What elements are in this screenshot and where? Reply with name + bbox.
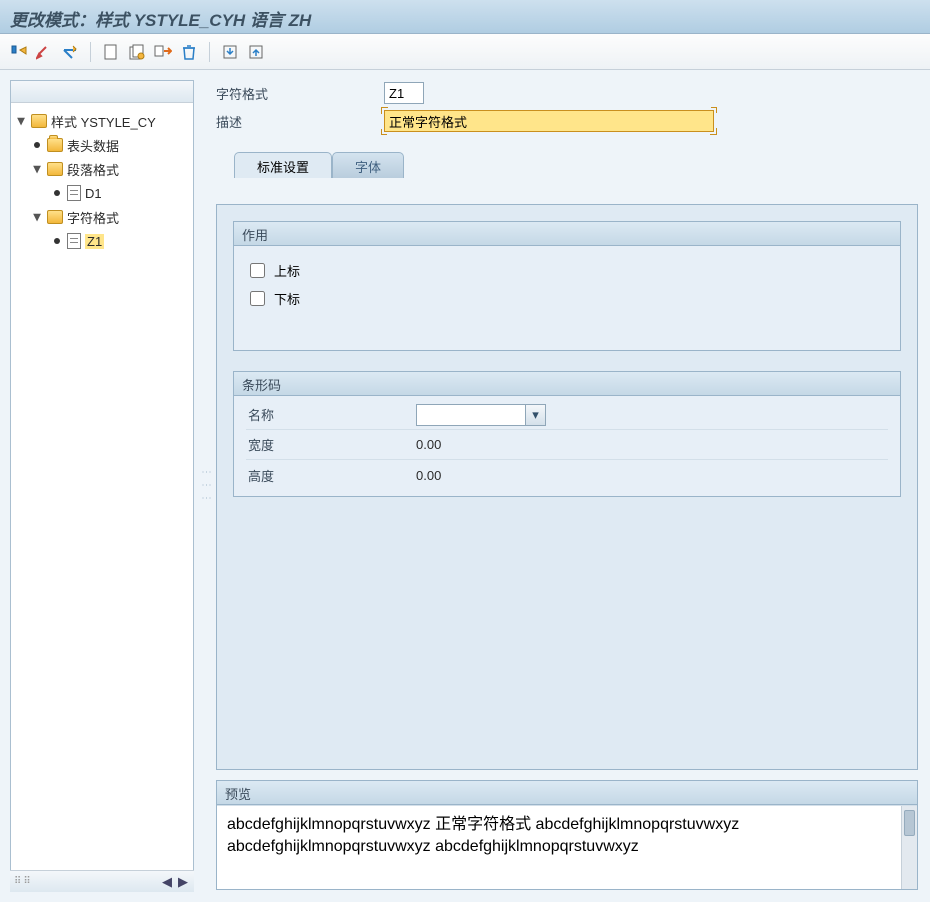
- group-effects-title: 作用: [234, 222, 900, 246]
- preview-area: abcdefghijklmnopqrstuvwxyz 正常字符格式 abcdef…: [217, 805, 917, 889]
- folder-icon: [47, 138, 63, 152]
- rename-icon[interactable]: [151, 40, 175, 64]
- upload-icon[interactable]: [244, 40, 268, 64]
- main-toolbar: [0, 34, 930, 70]
- scroll-right-icon[interactable]: ▶: [176, 875, 190, 889]
- tree-item-z1[interactable]: Z1: [15, 229, 193, 253]
- toolbar-separator: [209, 42, 210, 62]
- splitter-handle[interactable]: ⋮⋮⋮: [200, 70, 212, 902]
- subscript-row[interactable]: 下标: [246, 284, 888, 312]
- barcode-width-label: 宽度: [246, 435, 416, 454]
- folder-open-icon: [47, 210, 63, 224]
- node-icon: [67, 233, 81, 249]
- group-effects: 作用 上标 下标: [233, 221, 901, 351]
- char-format-input[interactable]: [384, 82, 424, 104]
- barcode-width-value: 0.00: [416, 437, 888, 452]
- superscript-row[interactable]: 上标: [246, 256, 888, 284]
- check-icon[interactable]: [58, 40, 82, 64]
- subscript-label: 下标: [274, 289, 300, 308]
- create-icon[interactable]: [99, 40, 123, 64]
- barcode-height-value: 0.00: [416, 468, 888, 483]
- tree-node-label: 表头数据: [67, 136, 119, 155]
- tree-footer: ⠿⠿ ◀ ▶: [10, 870, 194, 892]
- window-title: 更改模式：样式 YSTYLE_CYH 语言 ZH: [0, 0, 930, 34]
- preview-text-line: abcdefghijklmnopqrstuvwxyz 正常字符格式 abcdef…: [227, 814, 907, 836]
- tab-font[interactable]: 字体: [332, 152, 404, 178]
- group-barcode-title: 条形码: [234, 372, 900, 396]
- chevron-down-icon[interactable]: ▾: [525, 405, 545, 425]
- preview-text-line: abcdefghijklmnopqrstuvwxyz abcdefghijklm…: [227, 836, 907, 858]
- tree-node-label: 段落格式: [67, 160, 119, 179]
- scroll-left-icon[interactable]: ◀: [160, 875, 174, 889]
- node-icon: [67, 185, 81, 201]
- tree-toolbar: [11, 81, 193, 103]
- barcode-name-label: 名称: [246, 405, 416, 424]
- preview-scrollbar[interactable]: [901, 806, 917, 889]
- tree-header-data[interactable]: 表头数据: [15, 133, 193, 157]
- tree-paragraph-format[interactable]: ▼ 段落格式: [15, 157, 193, 181]
- superscript-checkbox[interactable]: [250, 263, 265, 278]
- activate-icon[interactable]: [32, 40, 56, 64]
- folder-open-icon: [47, 162, 63, 176]
- group-preview-title: 预览: [217, 781, 917, 805]
- subscript-checkbox[interactable]: [250, 291, 265, 306]
- download-icon[interactable]: [218, 40, 242, 64]
- tab-container: 作用 上标 下标 条形码: [216, 204, 918, 770]
- tree-item-d1[interactable]: D1: [15, 181, 193, 205]
- superscript-label: 上标: [274, 261, 300, 280]
- folder-open-icon: [31, 114, 47, 128]
- group-barcode: 条形码 名称 ▾ 宽度: [233, 371, 901, 497]
- toolbar-separator: [90, 42, 91, 62]
- char-format-label: 字符格式: [216, 84, 376, 103]
- tree-character-format[interactable]: ▼ 字符格式: [15, 205, 193, 229]
- scroll-thumb[interactable]: [904, 810, 915, 836]
- description-input[interactable]: [384, 110, 714, 132]
- copy-icon[interactable]: [125, 40, 149, 64]
- tab-bar: 标准设置 字体: [216, 152, 918, 178]
- style-tree: ▼ 样式 YSTYLE_CY 表头数据 ▼ 段落格式 D1: [10, 80, 194, 892]
- description-label: 描述: [216, 112, 376, 131]
- resize-grip-icon[interactable]: ⠿⠿: [14, 876, 33, 887]
- tree-leaf-label: Z1: [85, 234, 104, 249]
- tree-root[interactable]: ▼ 样式 YSTYLE_CY: [15, 109, 193, 133]
- tab-standard-settings[interactable]: 标准设置: [234, 152, 332, 178]
- group-preview: 预览 abcdefghijklmnopqrstuvwxyz 正常字符格式 abc…: [216, 780, 918, 890]
- barcode-height-label: 高度: [246, 466, 416, 485]
- tree-leaf-label: D1: [85, 186, 102, 201]
- display-toggle-icon[interactable]: [6, 40, 30, 64]
- barcode-name-dropdown[interactable]: ▾: [416, 404, 546, 426]
- tree-node-label: 字符格式: [67, 208, 119, 227]
- delete-icon[interactable]: [177, 40, 201, 64]
- tree-root-label: 样式 YSTYLE_CY: [51, 112, 156, 131]
